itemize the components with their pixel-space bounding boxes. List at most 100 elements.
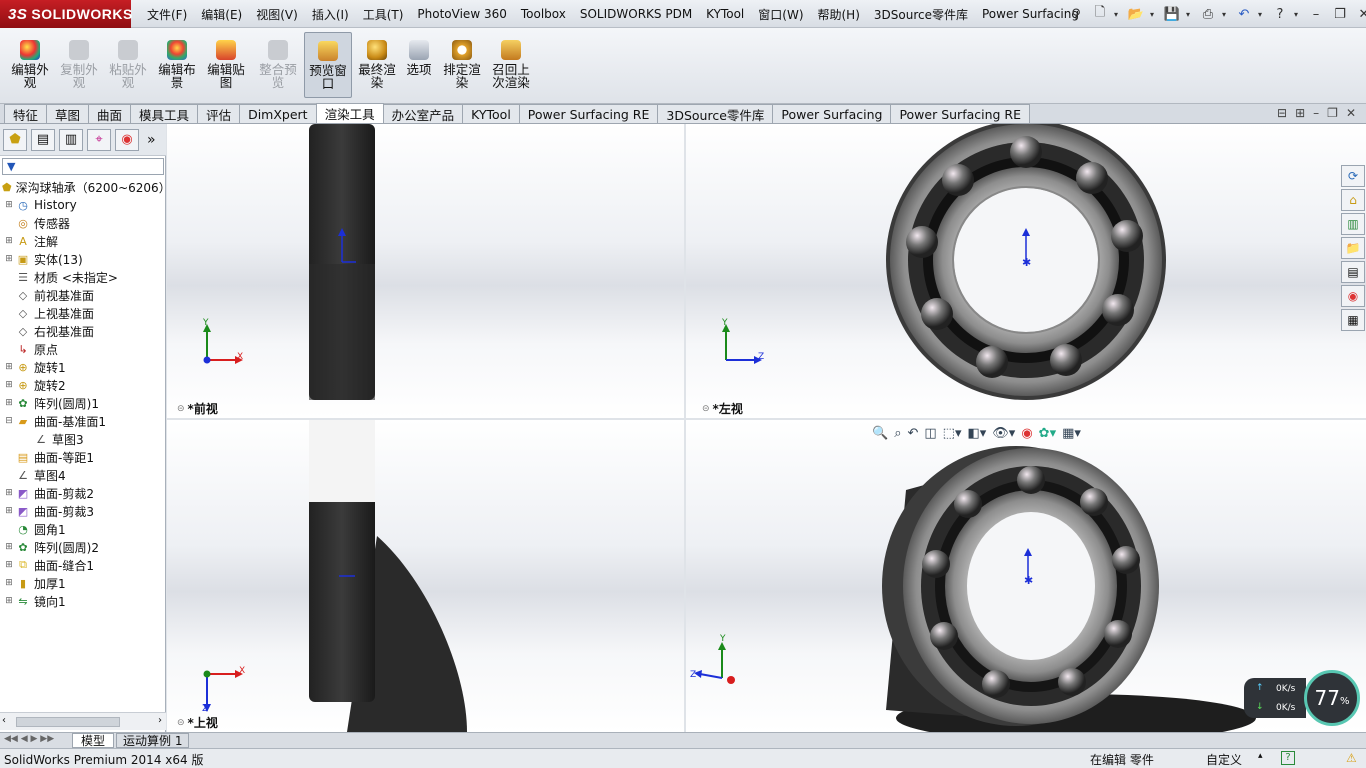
edit-appearance-button[interactable]: 编辑外观 (8, 32, 52, 98)
chevron-down-icon[interactable]: ▾ (1186, 10, 1194, 19)
menu-insert[interactable]: 插入(I) (305, 6, 356, 23)
menu-edit[interactable]: 编辑(E) (194, 6, 249, 23)
zoom-to-area-icon[interactable]: ⌕ (894, 426, 901, 441)
collapse-icon[interactable]: ⊟ (4, 416, 14, 426)
paste-appearance-button[interactable]: 粘贴外观 (106, 32, 150, 98)
tree-item[interactable]: ⊞ A 注解 (0, 232, 166, 250)
menu-pdm[interactable]: SOLIDWORKS PDM (573, 7, 699, 21)
options-button[interactable]: 选项 (397, 32, 441, 98)
expand-icon[interactable]: ⊞ (4, 380, 14, 390)
chevron-up-icon[interactable]: ▴ (1258, 751, 1263, 761)
tab-3dsource[interactable]: 3DSource零件库 (657, 104, 774, 123)
tree-item[interactable]: ∠ 草图3 (0, 430, 166, 448)
tree-root[interactable]: ⬟ 深沟球轴承（6200~6206） (0, 178, 171, 196)
close-icon[interactable]: ✕ (1354, 5, 1366, 23)
design-library-icon[interactable]: ▥ (1341, 213, 1365, 235)
chevron-down-icon[interactable]: ▾ (1114, 10, 1122, 19)
chevron-down-icon[interactable]: ▾ (1294, 10, 1302, 19)
scroll-thumb[interactable] (16, 717, 120, 727)
link-icon[interactable]: ⊝ (702, 404, 710, 414)
edit-appearance-icon[interactable]: ◉ (1021, 426, 1032, 441)
tab-render-tools[interactable]: 渲染工具 (315, 103, 384, 123)
menu-kytool[interactable]: KYTool (699, 7, 751, 21)
hide-show-items-icon[interactable]: 👁▾ (992, 426, 1015, 441)
tree-item[interactable]: ⊟ ▰ 曲面-基准面1 (0, 412, 166, 430)
edit-scene-button[interactable]: 编辑布景 (155, 32, 199, 98)
save-icon[interactable]: 💾 (1162, 5, 1182, 23)
view-settings-icon[interactable]: ▦▾ (1062, 426, 1081, 441)
chevron-down-icon[interactable]: ▾ (1150, 10, 1158, 19)
tree-item[interactable]: ⊞ ⧉ 曲面-缝合1 (0, 556, 166, 574)
tab-sketch[interactable]: 草图 (46, 104, 90, 123)
solidworks-logo[interactable]: 3S SOLIDWORKS (0, 0, 132, 28)
tree-item[interactable]: ⊞ ⊕ 旋转2 (0, 376, 166, 394)
expand-icon[interactable]: ⊞ (4, 560, 14, 570)
tree-item[interactable]: ▤ 曲面-等距1 (0, 448, 166, 466)
chevron-down-icon[interactable]: ▾ (1222, 10, 1230, 19)
help-icon[interactable]: ? (1281, 751, 1295, 765)
menu-tools[interactable]: 工具(T) (356, 6, 411, 23)
expand-icon[interactable]: ⊞ (4, 362, 14, 372)
more-chevron-icon[interactable]: » (147, 132, 156, 148)
display-style-icon[interactable]: ◧▾ (967, 426, 986, 441)
tile-vertical-icon[interactable]: ⊞ (1295, 106, 1305, 120)
expand-icon[interactable]: ⊞ (4, 596, 14, 606)
edit-decal-button[interactable]: 编辑贴图 (204, 32, 248, 98)
print-icon[interactable]: ⎙ (1198, 5, 1218, 23)
expand-icon[interactable]: ⊞ (4, 506, 14, 516)
tree-item[interactable]: ◇ 右视基准面 (0, 322, 166, 340)
menu-toolbox[interactable]: Toolbox (514, 7, 573, 21)
tree-filter[interactable]: ▼ (2, 158, 164, 175)
tree-item[interactable]: ⊞ ⊕ 旋转1 (0, 358, 166, 376)
tree-item[interactable]: ⊞ ✿ 阵列(圆周)2 (0, 538, 166, 556)
integrated-preview-button[interactable]: 整合预览 (256, 32, 300, 98)
viewport-left[interactable]: ✱ Y Z ⊝ *左视 (686, 124, 1366, 418)
tree-item[interactable]: ◇ 前视基准面 (0, 286, 166, 304)
menu-file[interactable]: 文件(F) (140, 6, 194, 23)
close-icon[interactable]: ✕ (1346, 106, 1356, 120)
copy-appearance-button[interactable]: 复制外观 (57, 32, 101, 98)
configuration-manager-icon[interactable]: ▥ (59, 128, 83, 151)
tree-item[interactable]: ⊞ ◩ 曲面-剪裁3 (0, 502, 166, 520)
solidworks-resources-icon[interactable]: ⟳ (1341, 165, 1365, 187)
expand-icon[interactable]: ⊞ (4, 200, 14, 210)
apply-scene-icon[interactable]: ✿▾ (1039, 426, 1056, 441)
units-selector[interactable]: 自定义 (1206, 751, 1242, 768)
expand-icon[interactable]: ⊞ (4, 542, 14, 552)
expand-icon[interactable]: ⊞ (4, 488, 14, 498)
property-manager-icon[interactable]: ▤ (31, 128, 55, 151)
nav-arrows[interactable]: ◀◀ ◀ ▶ ▶▶ (4, 734, 54, 744)
tab-dimxpert[interactable]: DimXpert (239, 104, 317, 123)
notification-icon[interactable]: ⚠ (1346, 751, 1357, 765)
feature-tree-icon[interactable]: ⬟ (3, 128, 27, 151)
tab-power-surfacing-re-2[interactable]: Power Surfacing RE (890, 104, 1031, 123)
tab-office-products[interactable]: 办公室产品 (382, 104, 464, 123)
open-folder-icon[interactable]: 📂 (1126, 5, 1146, 23)
scroll-right-icon[interactable]: › (158, 715, 162, 726)
link-icon[interactable]: ⊝ (177, 718, 185, 728)
file-explorer-icon[interactable]: 📁 (1341, 237, 1365, 259)
tab-power-surfacing-re[interactable]: Power Surfacing RE (518, 104, 659, 123)
menu-view[interactable]: 视图(V) (249, 6, 305, 23)
minimize-icon[interactable]: – (1313, 106, 1319, 120)
minimize-icon[interactable]: – (1306, 5, 1326, 23)
tree-item[interactable]: ◔ 圆角1 (0, 520, 166, 538)
viewport-front[interactable]: Y X ⊝ *前视 (167, 124, 684, 418)
recall-last-render-button[interactable]: 召回上次渲染 (488, 32, 534, 98)
final-render-button[interactable]: 最终渲染 (355, 32, 399, 98)
tree-item[interactable]: ☰ 材质 <未指定> (0, 268, 166, 286)
pin-icon[interactable]: ⚲ (1066, 5, 1086, 23)
expand-icon[interactable]: ⊞ (4, 236, 14, 246)
tree-item[interactable]: ⊞ ▮ 加厚1 (0, 574, 166, 592)
tree-item[interactable]: ⊞ ◩ 曲面-剪裁2 (0, 484, 166, 502)
tree-item[interactable]: ⊞ ▣ 实体(13) (0, 250, 166, 268)
section-view-icon[interactable]: ◫ (924, 426, 936, 441)
tree-item[interactable]: ◇ 上视基准面 (0, 304, 166, 322)
tree-item[interactable]: ↳ 原点 (0, 340, 166, 358)
tile-horizontal-icon[interactable]: ⊟ (1277, 106, 1287, 120)
tree-item[interactable]: ◎ 传感器 (0, 214, 166, 232)
undo-icon[interactable]: ↶ (1234, 5, 1254, 23)
home-icon[interactable]: ⌂ (1341, 189, 1365, 211)
view-orientation-icon[interactable]: ⬚▾ (943, 426, 962, 441)
view-palette-icon[interactable]: ▤ (1341, 261, 1365, 283)
